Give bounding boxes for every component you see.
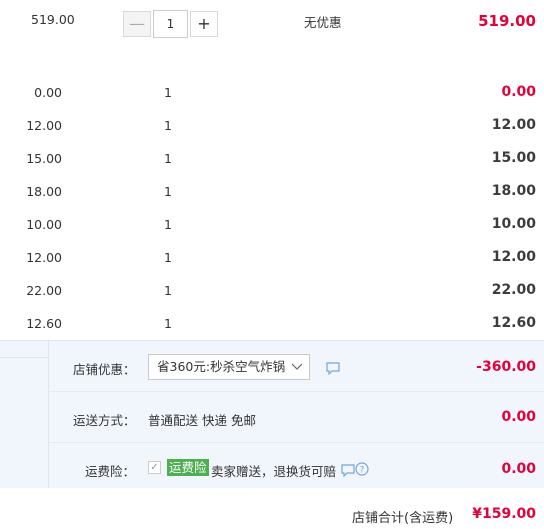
quantity-increase-button[interactable]: + [190,11,218,37]
shipping-method: 普通配送 快递 免邮 [148,413,256,428]
addon-unit-price: 0.00 [34,85,62,100]
shop-total-label: 店铺合计(含运费) [352,511,454,526]
shipping-insurance-amount: 0.00 [501,461,536,477]
addon-unit-price: 18.00 [26,184,62,199]
shop-discount-label: 店铺优惠： [73,362,136,377]
addon-unit-price: 12.60 [26,316,62,331]
chevron-down-icon [291,355,303,387]
main-item-unit-price: 519.00 [31,12,75,27]
addon-subtotal: 12.00 [491,117,536,133]
shipping-insurance-badge: 运费险 [167,459,209,476]
addon-unit-price: 15.00 [26,151,62,166]
addon-subtotal: 22.00 [491,282,536,298]
help-icon[interactable]: ? [355,461,369,480]
quantity-decrease-button[interactable]: — [123,11,151,37]
addon-quantity: 1 [164,283,172,298]
main-item-subtotal: 519.00 [478,12,536,30]
addon-quantity: 1 [164,85,172,100]
main-item-discount: 无优惠 [304,15,342,30]
shop-discount-selected: 省360元:秒杀空气炸锅 [157,359,286,374]
shop-total-amount: ¥159.00 [472,506,536,522]
addon-subtotal: 15.00 [491,150,536,166]
addon-subtotal: 12.60 [491,315,536,331]
addon-quantity: 1 [164,184,172,199]
check-icon: ✓ [150,462,159,473]
addon-unit-price: 12.00 [26,118,62,133]
addon-subtotal: 0.00 [501,84,536,100]
shop-discount-select[interactable]: 省360元:秒杀空气炸锅 [148,354,310,380]
svg-text:?: ? [360,466,365,476]
addon-subtotal: 12.00 [491,249,536,265]
shipping-insurance-label: 运费险： [85,464,136,479]
shipping-insurance-desc: 卖家赠送，退换货可赔 [211,464,337,479]
addon-unit-price: 22.00 [26,283,62,298]
shipping-label: 运送方式： [73,413,136,428]
addon-quantity: 1 [164,250,172,265]
addon-quantity: 1 [164,151,172,166]
addon-quantity: 1 [164,118,172,133]
message-icon[interactable] [326,360,340,379]
addon-subtotal: 10.00 [491,216,536,232]
addon-unit-price: 12.00 [26,250,62,265]
shipping-amount: 0.00 [501,409,536,425]
addon-quantity: 1 [164,316,172,331]
quantity-input[interactable]: 1 [153,10,188,38]
plus-icon: + [197,14,211,33]
gutter-divider [0,357,48,358]
addon-quantity: 1 [164,217,172,232]
addon-subtotal: 18.00 [491,183,536,199]
addon-unit-price: 10.00 [26,217,62,232]
minus-icon: — [129,14,145,33]
shop-discount-amount: -360.00 [476,359,536,375]
summary-divider-1 [48,391,544,392]
summary-left-gutter [0,341,48,488]
chat-icon[interactable] [341,462,355,481]
shipping-insurance-checkbox[interactable]: ✓ [148,461,161,474]
summary-divider-2 [48,442,544,443]
